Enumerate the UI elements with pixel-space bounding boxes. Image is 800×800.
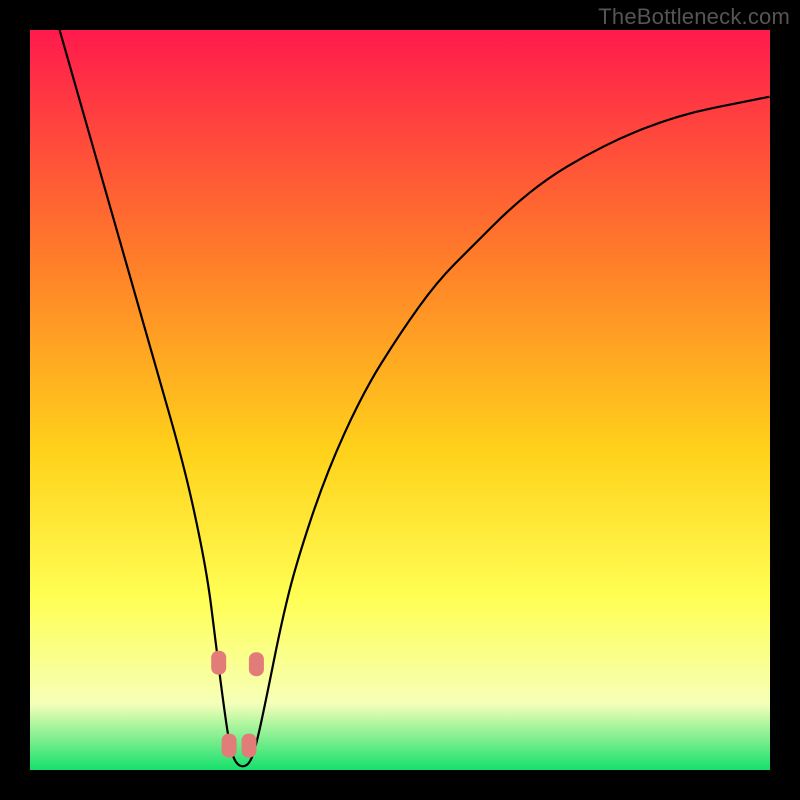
curve-marker (222, 734, 237, 758)
plot-svg (30, 30, 770, 770)
curve-marker (211, 651, 226, 675)
curve-marker (242, 734, 257, 758)
gradient-background (30, 30, 770, 770)
curve-marker (249, 652, 264, 676)
watermark-text: TheBottleneck.com (598, 4, 790, 30)
chart-frame: TheBottleneck.com (0, 0, 800, 800)
plot-area (30, 30, 770, 770)
